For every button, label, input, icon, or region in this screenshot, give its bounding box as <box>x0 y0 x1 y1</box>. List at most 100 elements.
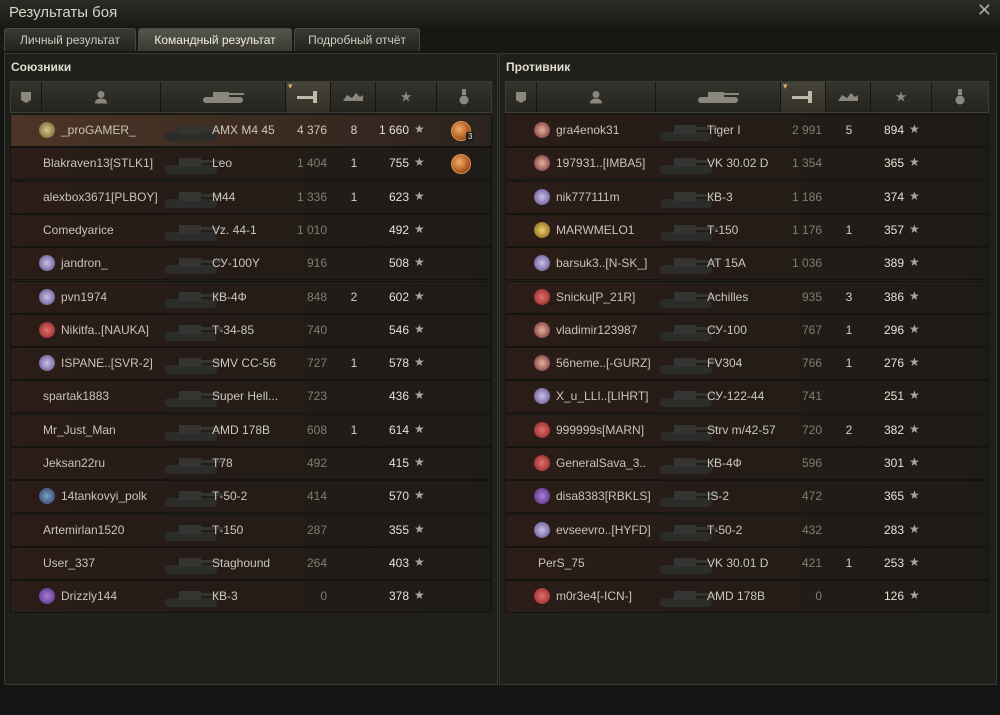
medal-column[interactable] <box>437 82 491 112</box>
player-name[interactable]: ISPANE..[SVR-2] <box>61 356 153 370</box>
player-row[interactable]: jandron_ СУ-100Y 916 508 ★ <box>10 247 492 281</box>
player-name[interactable]: Nikitfa..[NAUKA] <box>61 323 149 337</box>
player-name[interactable]: Snicku[P_21R] <box>556 290 635 304</box>
tab-team-result[interactable]: Командный результат <box>138 28 292 51</box>
tier-badge-red-icon <box>534 455 550 471</box>
player-name[interactable]: _proGAMER_ <box>61 123 136 137</box>
player-row[interactable]: alexbox3671[PLBOY] M44 1 336 1 623 ★ <box>10 180 492 214</box>
player-row[interactable]: Comedyarice Vz. 44-1 1 010 492 ★ <box>10 213 492 247</box>
player-column[interactable] <box>537 82 656 112</box>
player-name[interactable]: gra4enok31 <box>556 123 619 137</box>
player-row[interactable]: Mr_Just_Man AMD 178B 608 1 614 ★ <box>10 413 492 447</box>
xp-column[interactable]: ★ <box>376 82 437 112</box>
player-row[interactable]: 999999s[MARN] Strv m/42-57 720 2 382 ★ <box>505 413 989 447</box>
tank-name: Т-50-2 <box>212 489 248 504</box>
player-row[interactable]: PerS_75 VK 30.01 D 421 1 253 ★ <box>505 546 989 580</box>
player-name[interactable]: barsuk3..[N-SK_] <box>556 256 647 270</box>
tier-badge-purple-icon <box>39 588 55 605</box>
tank-name: FV304 <box>707 356 743 371</box>
player-name[interactable]: alexbox3671[PLBOY] <box>43 190 158 204</box>
player-row[interactable]: User_337 Staghound 264 403 ★ <box>10 546 492 580</box>
damage-column[interactable]: ▾ <box>781 81 826 112</box>
player-name[interactable]: 14tankovyi_polk <box>61 489 147 503</box>
player-row[interactable]: vladimir123987 СУ-100 767 1 296 ★ <box>505 313 989 347</box>
player-name[interactable]: Drizzly144 <box>61 589 117 603</box>
close-icon[interactable]: ✕ <box>977 0 992 21</box>
player-row[interactable]: MARWMELO1 Т-150 1 176 1 357 ★ <box>505 213 989 247</box>
tab-personal-result[interactable]: Личный результат <box>4 28 136 51</box>
xp-star-icon: ★ <box>909 388 920 403</box>
player-name[interactable]: jandron_ <box>61 256 108 270</box>
damage-value: 596 <box>801 456 822 470</box>
tier-badge-star-icon <box>39 255 55 272</box>
player-name[interactable]: spartak1883 <box>43 389 109 403</box>
player-name[interactable]: pvn1974 <box>61 290 107 304</box>
player-column[interactable] <box>42 82 161 112</box>
player-row[interactable]: Snicku[P_21R] Achilles 935 3 386 ★ <box>505 280 989 314</box>
player-name[interactable]: 56neme..[-GURZ] <box>556 356 651 370</box>
player-name[interactable]: nik777111m <box>556 190 620 204</box>
player-row[interactable]: evseevro..[HYFD] Т-50-2 432 283 ★ <box>505 513 989 547</box>
player-name[interactable]: User_337 <box>43 556 95 570</box>
player-row[interactable]: nik777111m КВ-3 1 186 374 ★ <box>505 180 989 214</box>
xp-value: 508 <box>388 256 409 271</box>
player-name[interactable]: X_u_LLI..[LIHRT] <box>556 389 649 403</box>
achievement-medal-icon[interactable] <box>451 154 471 175</box>
player-row[interactable]: Blakraven13[STLK1] Leo 1 404 1 755 ★ <box>10 147 492 181</box>
player-name[interactable]: 999999s[MARN] <box>556 423 644 437</box>
platoon-column[interactable] <box>11 82 42 112</box>
player-name[interactable]: 197931..[IMBA5] <box>556 156 645 170</box>
tab-detailed-report[interactable]: Подробный отчёт <box>294 28 420 51</box>
player-row[interactable]: gra4enok31 Tiger I 2 991 5 894 ★ <box>505 114 989 147</box>
xp-value: 436 <box>388 389 409 404</box>
tier-badge-diamond-icon <box>534 155 550 172</box>
medal-icon <box>459 89 469 105</box>
player-row[interactable]: pvn1974 КВ-4Ф 848 2 602 ★ <box>10 280 492 314</box>
player-row[interactable]: GeneralSava_3.. КВ-4Ф 596 301 ★ <box>505 447 989 480</box>
xp-value: 357 <box>883 222 904 237</box>
xp-star-icon: ★ <box>414 588 425 603</box>
player-row[interactable]: spartak1883 Super Hell... 723 436 ★ <box>10 380 492 414</box>
tier-badge-star-icon <box>534 188 550 205</box>
player-name[interactable]: Comedyarice <box>43 223 114 237</box>
player-row[interactable]: ISPANE..[SVR-2] SMV CC-56 727 1 578 ★ <box>10 347 492 381</box>
player-name[interactable]: GeneralSava_3.. <box>556 456 646 470</box>
tank-column[interactable] <box>656 82 781 112</box>
player-name[interactable]: evseevro..[HYFD] <box>556 523 651 537</box>
player-row[interactable]: disa8383[RBKLS] IS-2 472 365 ★ <box>505 480 989 514</box>
player-row[interactable]: 14tankovyi_polk Т-50-2 414 570 ★ <box>10 480 492 514</box>
player-name[interactable]: Mr_Just_Man <box>43 423 116 437</box>
player-row[interactable]: 56neme..[-GURZ] FV304 766 1 276 ★ <box>505 347 989 381</box>
damage-column[interactable]: ▾ <box>286 81 331 112</box>
platoon-column[interactable] <box>506 82 537 112</box>
xp-column[interactable]: ★ <box>871 82 932 112</box>
kills-column[interactable] <box>331 82 376 112</box>
player-name[interactable]: vladimir123987 <box>556 323 637 337</box>
player-row[interactable]: 197931..[IMBA5] VK 30.02 D 1 354 365 ★ <box>505 147 989 181</box>
player-name[interactable]: m0r3e4[-ICN-] <box>556 589 632 603</box>
xp-star-icon: ★ <box>414 554 425 569</box>
tank-column[interactable] <box>161 82 286 112</box>
tank-name: Super Hell... <box>212 389 279 404</box>
player-row[interactable]: X_u_LLI..[LIHRT] СУ-122-44 741 251 ★ <box>505 380 989 414</box>
xp-value: 546 <box>388 322 409 337</box>
player-row[interactable]: Nikitfa..[NAUKA] Т-34-85 740 546 ★ <box>10 313 492 347</box>
player-row[interactable]: Drizzly144 КВ-3 0 378 ★ <box>10 580 492 614</box>
player-name[interactable]: Artemirlan1520 <box>43 523 124 537</box>
player-name[interactable]: PerS_75 <box>538 556 585 570</box>
player-row[interactable]: m0r3e4[-ICN-] AMD 178B 0 126 ★ <box>505 580 989 614</box>
player-row[interactable]: barsuk3..[N-SK_] AT 15A 1 036 389 ★ <box>505 247 989 281</box>
damage-value: 1 336 <box>296 189 327 204</box>
tank-name: AMX M4 45 <box>212 123 275 137</box>
xp-value: 301 <box>883 456 904 470</box>
player-name[interactable]: disa8383[RBKLS] <box>556 489 651 503</box>
tank-name: VK 30.01 D <box>707 555 769 570</box>
player-name[interactable]: Jeksan22ru <box>43 456 105 470</box>
player-row[interactable]: Artemirlan1520 Т-150 287 355 ★ <box>10 513 492 547</box>
player-row[interactable]: Jeksan22ru T78 492 415 ★ <box>10 447 492 480</box>
player-name[interactable]: MARWMELO1 <box>556 223 634 237</box>
player-name[interactable]: Blakraven13[STLK1] <box>43 156 153 170</box>
kills-column[interactable] <box>826 82 871 112</box>
player-row[interactable]: _proGAMER_ AMX M4 45 4 376 8 1 660 ★ 3 <box>10 114 492 147</box>
medal-column[interactable] <box>932 82 988 112</box>
